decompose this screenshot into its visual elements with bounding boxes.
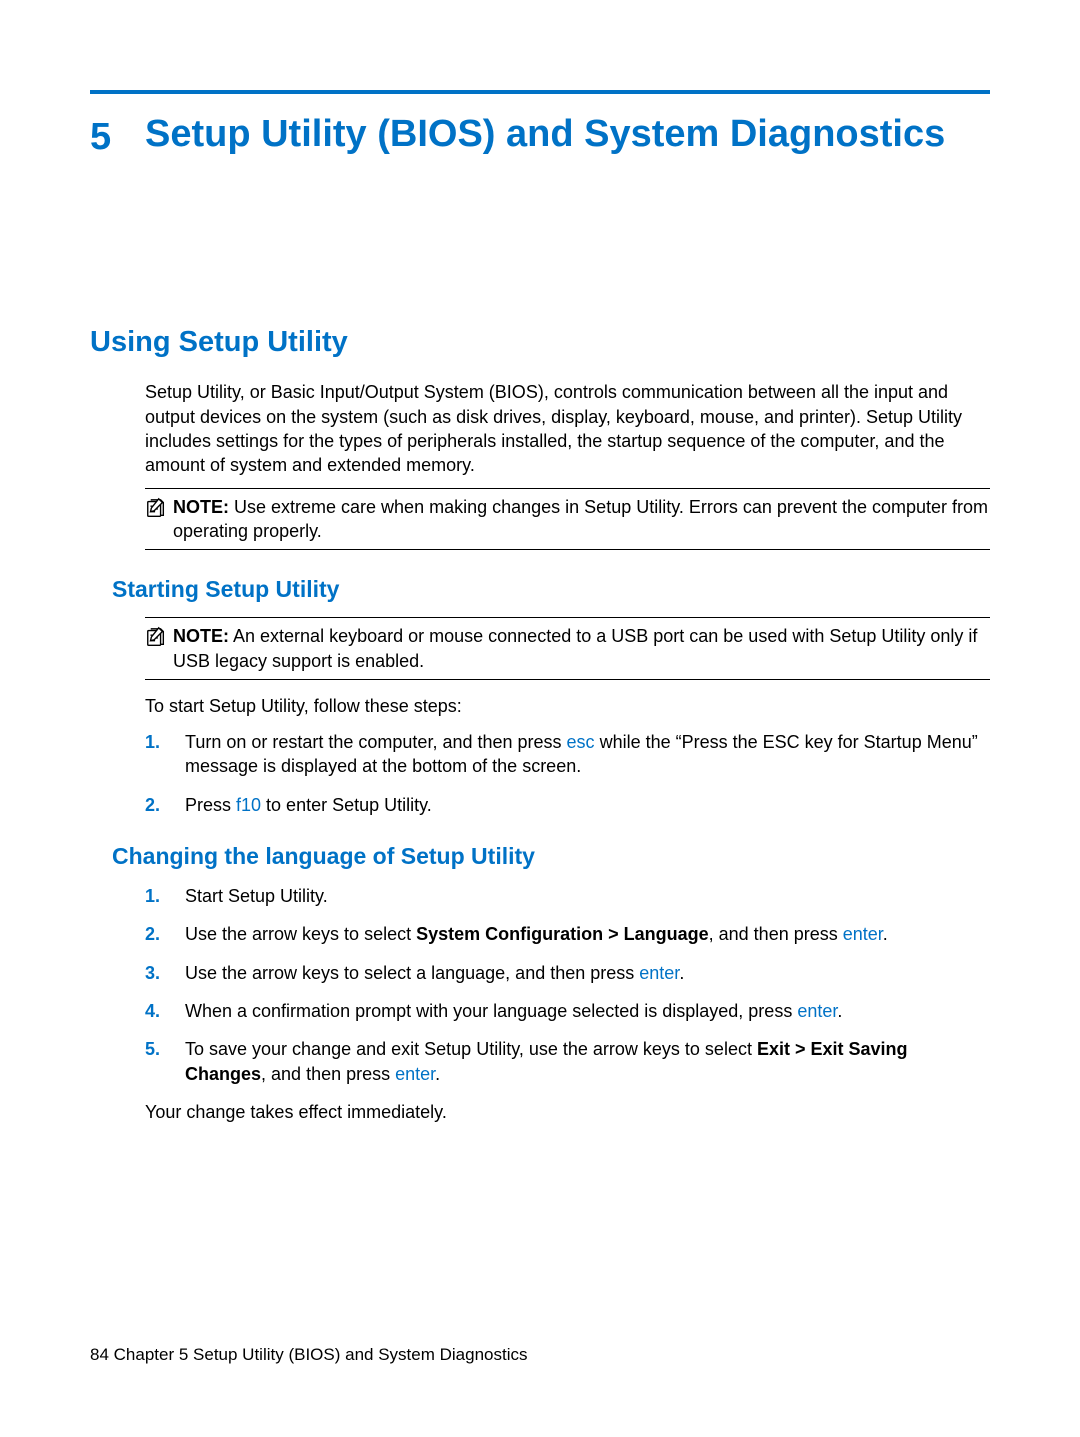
step-text: When a confirmation prompt with your lan… xyxy=(185,999,990,1023)
section-heading-using-setup-utility: Using Setup Utility xyxy=(90,323,990,362)
note-text: NOTE: An external keyboard or mouse conn… xyxy=(173,624,990,673)
list-item: 1. Turn on or restart the computer, and … xyxy=(145,730,990,779)
top-rule xyxy=(90,90,990,94)
bold-path: System Configuration > Language xyxy=(416,924,709,944)
note-label: NOTE: xyxy=(173,626,229,646)
note-icon xyxy=(145,624,173,673)
step-number: 1. xyxy=(145,730,185,779)
page-number: 84 xyxy=(90,1345,109,1364)
note-label: NOTE: xyxy=(173,497,229,517)
step-text: Use the arrow keys to select System Conf… xyxy=(185,922,990,946)
step-number: 2. xyxy=(145,793,185,817)
note-body: An external keyboard or mouse connected … xyxy=(173,626,977,670)
step-number: 5. xyxy=(145,1037,185,1086)
step-text: Use the arrow keys to select a language,… xyxy=(185,961,990,985)
note-icon xyxy=(145,495,173,544)
list-item: 4. When a confirmation prompt with your … xyxy=(145,999,990,1023)
intro-paragraph: Setup Utility, or Basic Input/Output Sys… xyxy=(145,380,990,477)
keycap-esc: esc xyxy=(567,732,595,752)
steps-changing-language: 1. Start Setup Utility. 2. Use the arrow… xyxy=(145,884,990,1086)
keycap-enter: enter xyxy=(395,1064,435,1084)
page-footer: 84 Chapter 5 Setup Utility (BIOS) and Sy… xyxy=(90,1344,527,1367)
list-item: 2. Press f10 to enter Setup Utility. xyxy=(145,793,990,817)
chapter-title: Setup Utility (BIOS) and System Diagnost… xyxy=(145,112,945,163)
keycap-enter: enter xyxy=(639,963,679,983)
keycap-f10: f10 xyxy=(236,795,261,815)
note-usb-legacy: NOTE: An external keyboard or mouse conn… xyxy=(145,617,990,680)
step-text: Press f10 to enter Setup Utility. xyxy=(185,793,990,817)
list-item: 2. Use the arrow keys to select System C… xyxy=(145,922,990,946)
subsection-heading-starting-setup-utility: Starting Setup Utility xyxy=(112,574,990,605)
step-number: 3. xyxy=(145,961,185,985)
footer-chapter: Chapter 5 Setup Utility (BIOS) and Syste… xyxy=(109,1345,528,1364)
chapter-heading: 5 Setup Utility (BIOS) and System Diagno… xyxy=(90,112,990,163)
step-text: Start Setup Utility. xyxy=(185,884,990,908)
steps-starting-setup-utility: 1. Turn on or restart the computer, and … xyxy=(145,730,990,817)
list-item: 1. Start Setup Utility. xyxy=(145,884,990,908)
chapter-number: 5 xyxy=(90,112,145,163)
note-text: NOTE: Use extreme care when making chang… xyxy=(173,495,990,544)
note-care-changes: NOTE: Use extreme care when making chang… xyxy=(145,488,990,551)
step-text: Turn on or restart the computer, and the… xyxy=(185,730,990,779)
tail-paragraph: Your change takes effect immediately. xyxy=(145,1100,990,1124)
list-item: 5. To save your change and exit Setup Ut… xyxy=(145,1037,990,1086)
note-body: Use extreme care when making changes in … xyxy=(173,497,988,541)
keycap-enter: enter xyxy=(797,1001,837,1021)
step-text: To save your change and exit Setup Utili… xyxy=(185,1037,990,1086)
step-number: 4. xyxy=(145,999,185,1023)
step-number: 2. xyxy=(145,922,185,946)
subsection-heading-changing-language: Changing the language of Setup Utility xyxy=(112,841,990,872)
list-item: 3. Use the arrow keys to select a langua… xyxy=(145,961,990,985)
step-number: 1. xyxy=(145,884,185,908)
lead-paragraph: To start Setup Utility, follow these ste… xyxy=(145,694,990,718)
keycap-enter: enter xyxy=(843,924,883,944)
